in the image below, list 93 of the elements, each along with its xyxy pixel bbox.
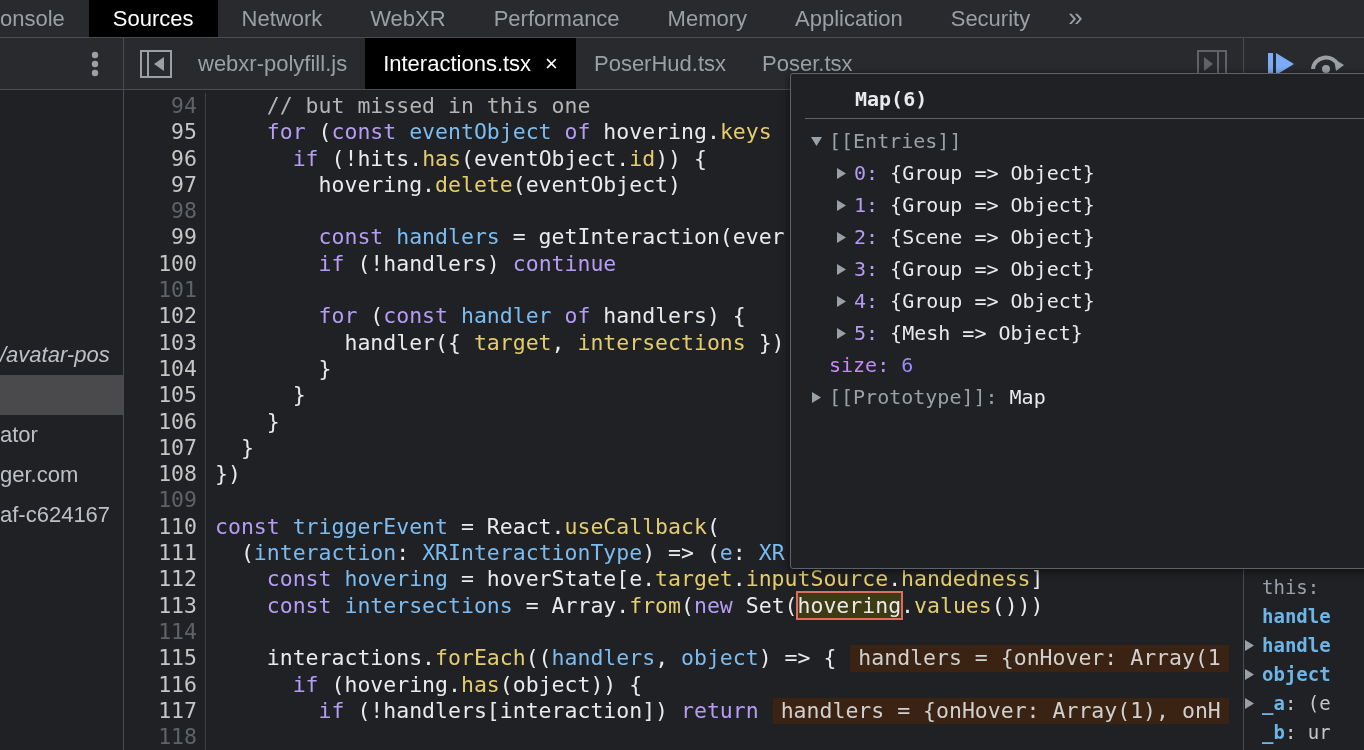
line-number: 112 xyxy=(124,566,206,593)
panel-tab[interactable]: onsole xyxy=(0,0,89,37)
line-number: 100 xyxy=(124,250,206,278)
line-number: 116 xyxy=(124,671,206,698)
line-number: 96 xyxy=(124,145,206,172)
more-options-icon[interactable] xyxy=(91,50,99,77)
panel-tab[interactable]: Performance xyxy=(469,0,644,37)
code-line: handler({ target, intersections }) xyxy=(343,329,785,356)
line-number: 107 xyxy=(124,434,206,462)
expand-arrow-icon[interactable] xyxy=(1244,698,1255,709)
tree-item[interactable]: size: 6 xyxy=(829,349,914,381)
tree-item[interactable]: [[Prototype]]: Map xyxy=(829,381,1046,413)
expand-arrow-icon[interactable] xyxy=(836,263,847,275)
code-line: interactions.forEach((handlers, object) => { xyxy=(265,645,837,672)
line-number: 95 xyxy=(124,119,206,146)
line-number: 111 xyxy=(124,540,206,567)
scope-variable[interactable]: handle xyxy=(1262,631,1331,660)
expand-arrow-icon[interactable] xyxy=(1244,640,1255,651)
expand-arrow-icon[interactable] xyxy=(836,327,847,339)
code-line: const handlers = getInteraction(ever xyxy=(317,224,785,251)
line-number: 98 xyxy=(124,198,206,225)
tree-item[interactable]: 4: {Group => Object} xyxy=(854,285,1095,317)
line-number: 99 xyxy=(124,224,206,251)
scope-variable[interactable]: object xyxy=(1262,660,1331,689)
tree-item[interactable]: [[Entries]] xyxy=(829,125,962,157)
sidebar-toggle-icon[interactable] xyxy=(140,49,172,78)
code-line: }) xyxy=(214,461,241,488)
code-line: const hovering = hoverState[e.target.inputSource.handedness] xyxy=(265,566,1044,593)
inline-value: handlers = {onHover: Array(1), onH xyxy=(772,697,1229,725)
line-number: 109 xyxy=(124,487,206,514)
code-line: if (!hits.has(eventObject.id)) { xyxy=(291,145,707,172)
line-number: 114 xyxy=(124,618,206,646)
code-line: } xyxy=(239,434,254,462)
scope-variable[interactable]: this: xyxy=(1262,573,1320,602)
line-number: 113 xyxy=(124,592,206,619)
panel-tab[interactable]: WebXR xyxy=(346,0,470,37)
scope-variable[interactable]: _b: ur xyxy=(1262,718,1331,747)
navigator-item[interactable]: af-c624167 xyxy=(0,495,123,535)
line-number: 118 xyxy=(124,724,206,750)
file-tab[interactable]: Interactions.tsx × xyxy=(365,38,576,89)
code-line: const triggerEvent = React.useCallback( xyxy=(214,513,720,541)
line-number: 97 xyxy=(124,171,206,199)
line-number: 110 xyxy=(124,513,206,541)
tree-item[interactable]: 5: {Mesh => Object} xyxy=(854,317,1083,349)
code-line: } xyxy=(317,355,332,383)
expand-arrow-icon[interactable] xyxy=(836,199,847,211)
line-number: 94 xyxy=(124,93,206,120)
scope-variable[interactable]: _a: (e xyxy=(1262,689,1331,718)
close-button[interactable]: × xyxy=(545,38,558,89)
line-number: 104 xyxy=(124,355,206,383)
panel-tab[interactable]: Security xyxy=(926,0,1055,37)
expand-arrow-icon[interactable] xyxy=(836,295,847,307)
code-line: for (const eventObject of hovering.keys xyxy=(265,119,772,146)
scope-variable[interactable]: handle xyxy=(1262,602,1331,631)
code-line: if (!handlers[interaction]) return xyxy=(317,697,759,725)
code-line: if (hovering.has(object)) { xyxy=(291,671,643,698)
line-number: 102 xyxy=(124,303,206,330)
code-line: for (const handler of handlers) { xyxy=(317,303,746,330)
line-number: 103 xyxy=(124,329,206,356)
expand-arrow-icon[interactable] xyxy=(836,231,847,243)
code-line: } xyxy=(291,382,306,409)
line-number: 115 xyxy=(124,645,206,672)
collapse-arrow-icon[interactable] xyxy=(811,135,822,147)
file-tab[interactable]: PoserHud.tsx xyxy=(575,38,745,89)
tree-item[interactable]: 1: {Group => Object} xyxy=(854,189,1095,221)
navigator-item[interactable]: ator xyxy=(0,415,123,455)
code-line: if (!handlers) continue xyxy=(317,250,617,278)
inline-value: handlers = {onHover: Array(1 xyxy=(850,645,1229,672)
code-line: hovering.delete(eventObject) xyxy=(317,171,681,199)
line-number: 101 xyxy=(124,277,206,304)
panel-tab[interactable]: Network xyxy=(217,0,347,37)
code-line: } xyxy=(265,408,280,435)
line-number: 106 xyxy=(124,408,206,435)
panel-tab[interactable]: Memory xyxy=(643,0,772,37)
more-tabs-button[interactable]: » xyxy=(1054,0,1097,37)
tree-item[interactable]: 0: {Group => Object} xyxy=(854,157,1095,189)
code-line: const intersections = Array.from(new Set(hovering.values())) xyxy=(265,592,1044,619)
line-number: 117 xyxy=(124,697,206,725)
expand-arrow-icon[interactable] xyxy=(836,167,847,179)
expand-arrow-icon[interactable] xyxy=(1244,669,1255,680)
resume-icon[interactable] xyxy=(1268,51,1294,76)
popover-title: Map(6) xyxy=(855,87,928,111)
navigator-item[interactable]: ger.com xyxy=(0,455,123,495)
tree-item[interactable]: 3: {Group => Object} xyxy=(854,253,1095,285)
file-tab[interactable]: webxr-polyfill.js xyxy=(180,38,366,89)
panel-tab[interactable]: Application xyxy=(771,0,927,37)
code-line: (interaction: XRInteractionType) => (e: XR xyxy=(239,540,785,567)
line-number: 105 xyxy=(124,382,206,409)
code-line: // but missed in this one xyxy=(265,93,591,120)
panel-tab[interactable]: Sources xyxy=(88,0,218,37)
line-number: 108 xyxy=(124,461,206,488)
expand-arrow-icon[interactable] xyxy=(811,391,822,403)
tree-item[interactable]: 2: {Scene => Object} xyxy=(854,221,1095,253)
